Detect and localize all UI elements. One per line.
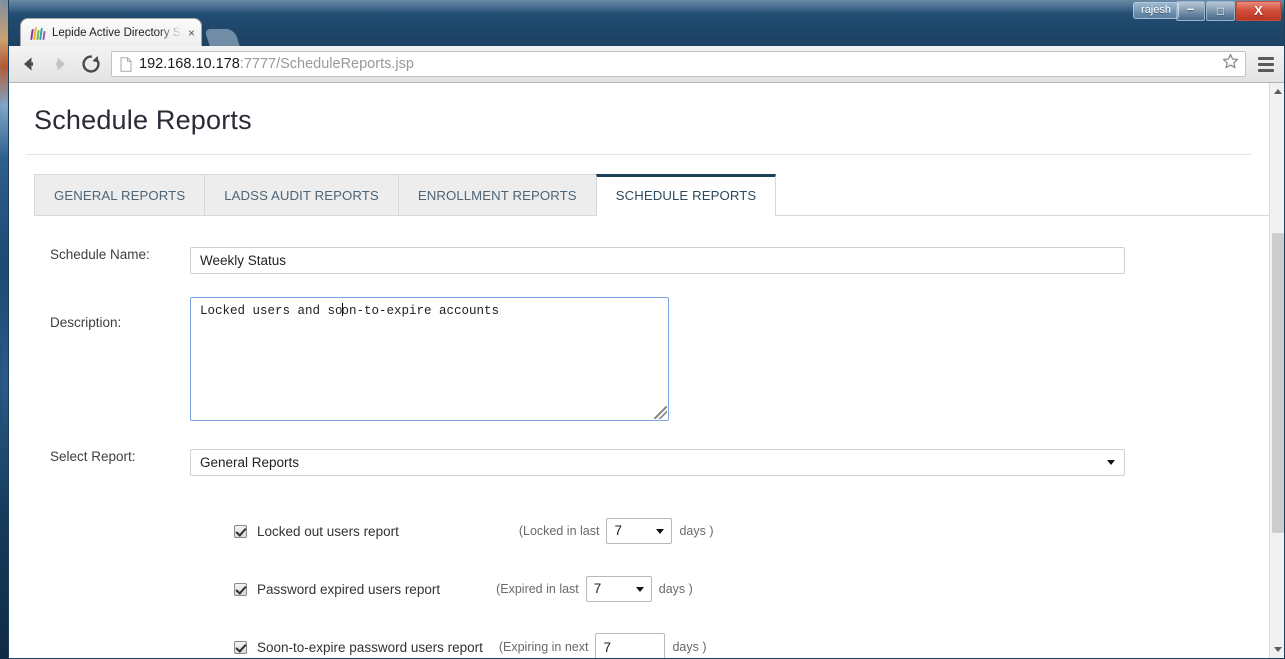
minimize-icon: –: [1186, 1, 1195, 16]
address-bar[interactable]: 192.168.10.178:7777/ScheduleReports.jsp: [111, 51, 1246, 77]
browser-tab[interactable]: Lepide Active Directory Se ×: [20, 18, 202, 46]
report-row-locked-out-users: Locked out users report (Locked in last …: [8, 502, 1269, 560]
select-report-value: General Reports: [200, 455, 300, 470]
page-title: Schedule Reports: [34, 105, 252, 135]
days-prefix: (Expiring in next: [498, 640, 589, 654]
locked-out-users-checkbox[interactable]: [234, 524, 247, 538]
days-value: 7: [593, 581, 602, 596]
description-label: Description:: [50, 315, 122, 330]
password-expired-users-checkbox[interactable]: [234, 582, 247, 596]
close-button[interactable]: X: [1236, 1, 1281, 21]
maximize-icon: □: [1216, 4, 1225, 18]
description-text-after-caret: on-to-expire accounts: [341, 304, 500, 318]
description-text-before-caret: Locked users and so: [200, 304, 343, 318]
new-tab-button[interactable]: [204, 29, 240, 46]
select-report-dropdown[interactable]: General Reports: [190, 449, 1125, 476]
scrollbar-thumb[interactable]: [1272, 233, 1284, 533]
browser-window: rajesh – □ X Lepide Active Directory Se …: [8, 0, 1285, 659]
password-expired-days-group: (Expired in last 7 days ): [496, 576, 693, 602]
days-prefix: (Locked in last: [518, 524, 600, 538]
url-path: :7777/ScheduleReports.jsp: [239, 56, 414, 72]
scroll-up-arrow-icon[interactable]: [1270, 83, 1285, 100]
tab-close-icon[interactable]: ×: [188, 27, 195, 39]
browser-tab-strip: Lepide Active Directory Se ×: [20, 18, 240, 46]
page-content: Schedule Reports GENERAL REPORTS LADSS A…: [8, 83, 1269, 658]
tab-label: LADSS AUDIT REPORTS: [224, 188, 379, 203]
days-suffix: days ): [672, 640, 707, 654]
days-prefix: (Expired in last: [496, 582, 579, 596]
report-tabs: GENERAL REPORTS LADSS AUDIT REPORTS ENRO…: [34, 174, 1269, 216]
chevron-down-icon: [656, 529, 665, 534]
locked-out-days-group: (Locked in last 7 days ): [519, 518, 714, 544]
chevron-down-icon: [1107, 460, 1115, 465]
locked-out-days-select[interactable]: 7: [606, 518, 673, 544]
report-row-password-expired-users: Password expired users report (Expired i…: [8, 560, 1269, 618]
window-controls: – □ X: [1176, 1, 1281, 21]
tab-label: GENERAL REPORTS: [54, 188, 186, 203]
days-value: 7: [614, 523, 622, 538]
tab-ladss-audit-reports[interactable]: LADSS AUDIT REPORTS: [204, 174, 399, 215]
maximize-button[interactable]: □: [1206, 1, 1235, 21]
window-titlebar[interactable]: rajesh – □ X Lepide Active Directory Se …: [8, 0, 1285, 46]
close-icon: X: [1254, 3, 1263, 18]
reload-icon[interactable]: [80, 53, 102, 75]
lepide-logo-icon: [30, 26, 46, 40]
days-suffix: days ): [658, 582, 693, 596]
url-host: 192.168.10.178: [139, 56, 240, 72]
select-report-label: Select Report:: [50, 449, 136, 464]
browser-tab-title: Lepide Active Directory Se: [52, 26, 182, 39]
tab-label: SCHEDULE REPORTS: [615, 188, 757, 203]
title-divider: [26, 154, 1251, 155]
tab-enrollment-reports[interactable]: ENROLLMENT REPORTS: [397, 174, 597, 215]
report-row-soon-to-expire-password-users: Soon-to-expire password users report (Ex…: [8, 618, 1269, 658]
tab-general-reports[interactable]: GENERAL REPORTS: [34, 174, 206, 215]
back-arrow-icon[interactable]: [18, 53, 40, 75]
report-label: Locked out users report: [257, 523, 399, 539]
textarea-resize-handle[interactable]: [654, 406, 667, 419]
forward-arrow-icon: [49, 53, 71, 75]
tab-schedule-reports[interactable]: SCHEDULE REPORTS: [595, 174, 777, 216]
soon-to-expire-password-users-checkbox[interactable]: [234, 640, 247, 654]
soon-to-expire-days-group: (Expiring in next 7 days ): [498, 632, 707, 658]
url-text: 192.168.10.178:7777/ScheduleReports.jsp: [139, 56, 1215, 72]
page-document-icon: [120, 56, 132, 72]
page-viewport: Schedule Reports GENERAL REPORTS LADSS A…: [8, 83, 1285, 658]
chevron-down-icon: [635, 587, 644, 592]
days-suffix: days ): [679, 524, 714, 538]
report-label: Password expired users report: [257, 581, 441, 597]
schedule-form: Schedule Name: Weekly Status Description…: [8, 216, 1269, 658]
report-label: Soon-to-expire password users report: [257, 639, 483, 655]
description-textarea[interactable]: Locked users and soon-to-expire accounts: [190, 297, 669, 421]
soon-to-expire-days-input[interactable]: 7: [595, 632, 666, 658]
schedule-name-input[interactable]: Weekly Status: [190, 247, 1125, 274]
scroll-down-arrow-icon[interactable]: [1270, 641, 1285, 658]
minimize-button[interactable]: –: [1176, 1, 1205, 21]
page-scrollbar[interactable]: [1269, 83, 1285, 658]
browser-toolbar: 192.168.10.178:7777/ScheduleReports.jsp: [8, 46, 1285, 83]
password-expired-days-select[interactable]: 7: [585, 576, 652, 602]
hamburger-menu-icon[interactable]: [1255, 53, 1277, 75]
user-badge[interactable]: rajesh: [1133, 2, 1179, 19]
bookmark-star-icon[interactable]: [1222, 53, 1239, 75]
tab-label: ENROLLMENT REPORTS: [417, 188, 577, 203]
schedule-name-label: Schedule Name:: [50, 247, 150, 262]
